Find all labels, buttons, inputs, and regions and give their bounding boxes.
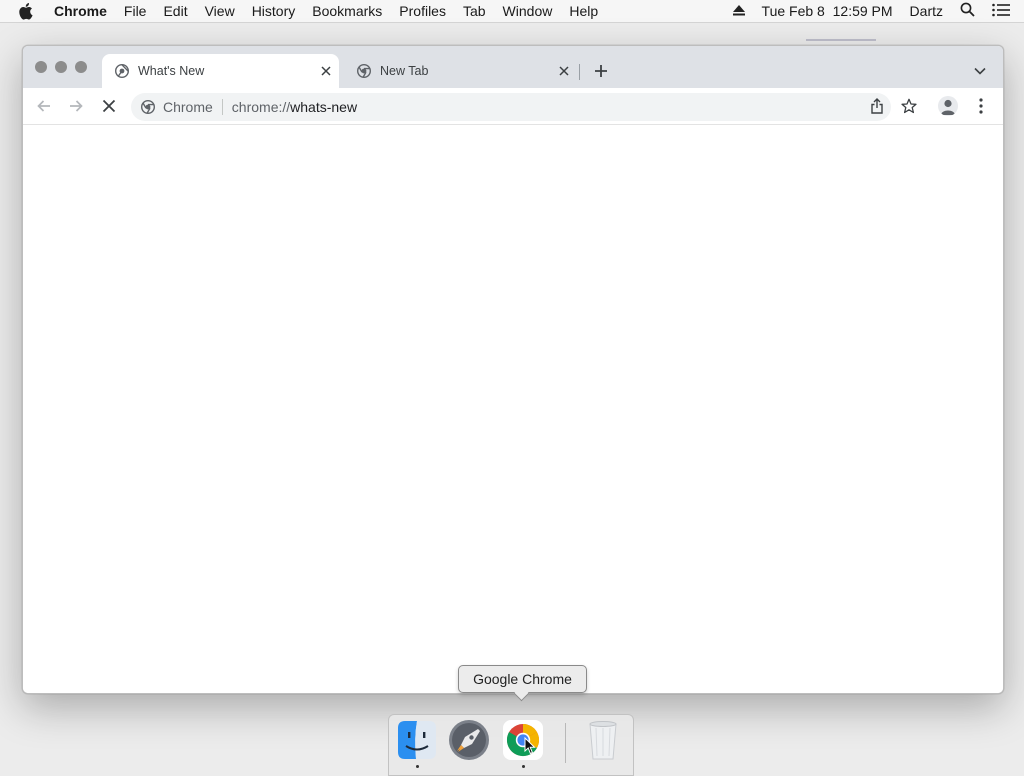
chrome-menu-button[interactable] xyxy=(971,96,991,116)
menu-window[interactable]: Window xyxy=(503,3,553,19)
tab-whats-new[interactable]: What's New xyxy=(102,54,339,88)
profile-button[interactable] xyxy=(938,96,958,116)
menubar-clock[interactable]: Tue Feb 8 12:59 PM xyxy=(762,3,893,19)
mouse-cursor-icon xyxy=(524,736,536,755)
more-vert-icon xyxy=(979,98,983,114)
omnibox-divider xyxy=(221,99,223,115)
menu-app-chrome[interactable]: Chrome xyxy=(54,3,107,19)
stop-loading-button[interactable] xyxy=(99,96,119,116)
browser-toolbar: Chrome chrome:// whats-new xyxy=(23,88,1003,125)
address-bar[interactable]: Chrome chrome:// whats-new xyxy=(131,93,891,121)
menu-history[interactable]: History xyxy=(252,3,296,19)
new-tab-button[interactable] xyxy=(591,61,611,81)
back-arrow-icon xyxy=(37,100,50,112)
share-button[interactable] xyxy=(867,96,887,116)
apple-menu-icon[interactable] xyxy=(19,2,37,20)
tab-search-button[interactable] xyxy=(971,62,989,80)
launchpad-icon[interactable] xyxy=(447,718,491,762)
zoom-window-button[interactable] xyxy=(75,61,87,73)
close-tab-icon[interactable] xyxy=(317,62,335,80)
tab-new-tab[interactable]: New Tab xyxy=(344,54,577,88)
whats-new-favicon-icon xyxy=(115,64,129,78)
minimize-window-button[interactable] xyxy=(55,61,67,73)
menu-bookmarks[interactable]: Bookmarks xyxy=(312,3,382,19)
tab-strip: What's New New Tab xyxy=(23,46,1003,88)
dock-separator xyxy=(565,723,566,763)
tab-title: New Tab xyxy=(380,64,429,78)
menu-edit[interactable]: Edit xyxy=(163,3,187,19)
trash-icon[interactable] xyxy=(581,718,625,762)
menu-bar: Chrome File Edit View History Bookmarks … xyxy=(0,0,1024,23)
site-chip-label[interactable]: Chrome xyxy=(163,99,213,115)
close-window-button[interactable] xyxy=(35,61,47,73)
dock-tooltip: Google Chrome xyxy=(458,665,587,693)
chrome-logo-icon xyxy=(141,100,155,114)
forward-button[interactable] xyxy=(66,96,86,116)
spotlight-search-icon[interactable] xyxy=(960,2,975,20)
url-scheme: chrome:// xyxy=(231,99,291,115)
avatar-icon xyxy=(938,96,958,116)
menu-profiles[interactable]: Profiles xyxy=(399,3,446,19)
tab-separator xyxy=(579,64,580,80)
menu-file[interactable]: File xyxy=(124,3,147,19)
close-icon xyxy=(102,99,116,113)
plus-icon xyxy=(595,65,607,77)
url-host: whats-new xyxy=(290,99,358,115)
finder-icon[interactable] xyxy=(395,718,439,762)
forward-arrow-icon xyxy=(70,100,83,112)
close-tab-icon[interactable] xyxy=(555,62,573,80)
star-icon xyxy=(901,98,917,114)
chevron-down-icon xyxy=(974,67,986,75)
chrome-favicon-icon xyxy=(357,64,371,78)
menu-help[interactable]: Help xyxy=(569,3,598,19)
page-content[interactable] xyxy=(23,125,1003,693)
dock xyxy=(388,714,634,776)
menu-tab[interactable]: Tab xyxy=(463,3,486,19)
eject-icon[interactable] xyxy=(732,3,745,19)
share-icon xyxy=(871,98,883,114)
back-button[interactable] xyxy=(34,96,54,116)
notification-center-icon[interactable] xyxy=(992,3,1010,20)
menu-view[interactable]: View xyxy=(205,3,235,19)
tab-title: What's New xyxy=(138,64,205,78)
menubar-user[interactable]: Dartz xyxy=(910,3,943,19)
chrome-window: What's New New Tab Chrome chrome:// what… xyxy=(22,45,1004,694)
bookmark-star-button[interactable] xyxy=(899,96,919,116)
window-controls xyxy=(35,61,95,73)
chrome-icon[interactable] xyxy=(501,718,545,762)
